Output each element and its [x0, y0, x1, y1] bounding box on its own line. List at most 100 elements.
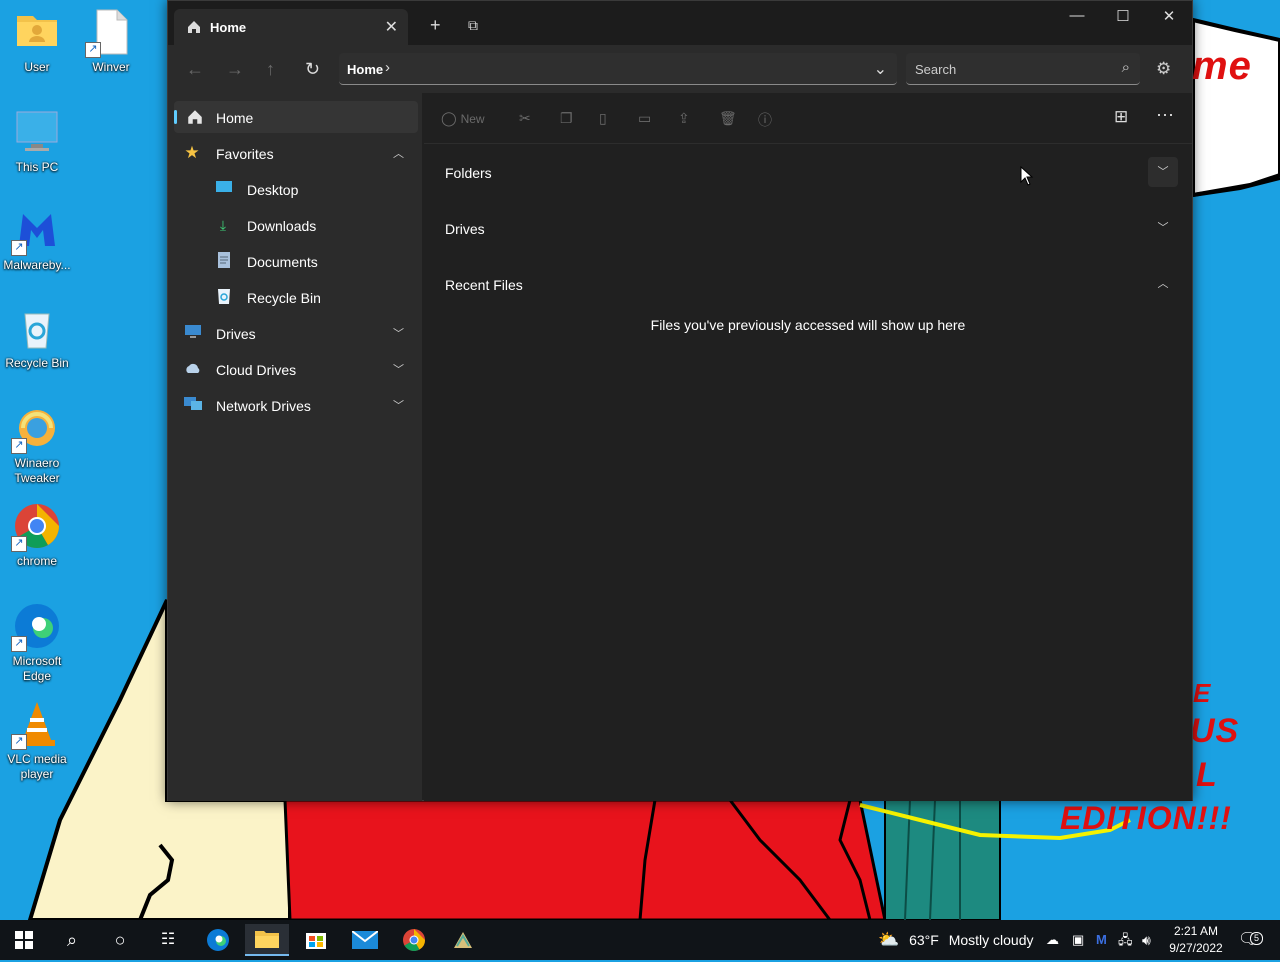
sidebar-item-label: Recycle Bin	[247, 290, 321, 306]
chevron-down-icon[interactable]: ﹀	[393, 397, 404, 413]
tab-close-icon[interactable]: ✕	[385, 17, 398, 37]
document-icon: ↗	[85, 8, 135, 58]
sidebar-item-label: Drives	[216, 326, 256, 342]
rename-icon[interactable]: ▭	[638, 110, 651, 127]
desktop-icon-recycle-bin[interactable]: Recycle Bin	[0, 304, 74, 371]
cloud-icon	[184, 360, 202, 378]
desktop-icon-vlc[interactable]: ↗ VLC media player	[0, 700, 74, 782]
chrome-icon: ↗	[11, 502, 61, 552]
close-button[interactable]: ✕	[1146, 7, 1192, 31]
breadcrumb-separator-icon[interactable]: ›	[385, 59, 390, 76]
device-icon[interactable]: ▣	[1072, 920, 1084, 960]
wallpaper-caption-line: EDITION!!!	[1060, 800, 1232, 836]
chevron-down-icon[interactable]: ﹀	[393, 325, 404, 341]
new-button-label: New	[460, 112, 485, 126]
paste-icon[interactable]: ▯	[599, 110, 607, 127]
weather-widget[interactable]: ⛅ 63°F Mostly cloudy	[878, 920, 1034, 960]
address-bar[interactable]: Home › ⌄	[339, 53, 897, 85]
chevron-down-icon[interactable]: ﹀	[1148, 213, 1178, 243]
desktop-icon-user[interactable]: User	[0, 8, 74, 75]
desktop-icon-malwarebytes[interactable]: ↗ Malwareby...	[0, 206, 74, 273]
volume-icon[interactable]: 🔊︎	[1142, 920, 1151, 960]
desktop-icon-winaero[interactable]: ↗ Winaero Tweaker	[0, 404, 74, 486]
sidebar-item-downloads[interactable]: ⤓ Downloads	[174, 209, 418, 241]
properties-icon[interactable]: ⓘ	[758, 110, 772, 130]
minimize-button[interactable]: —	[1054, 7, 1100, 31]
plus-circle-icon: ◯	[441, 110, 457, 126]
duplicate-tab-button[interactable]: ⧉	[468, 17, 478, 34]
desktop-icon-label: Malwareby...	[3, 258, 71, 272]
sidebar-item-cloud-drives[interactable]: Cloud Drives ﹀	[174, 353, 418, 385]
sidebar-item-documents[interactable]: Documents	[174, 245, 418, 277]
breadcrumb-home[interactable]: Home	[347, 62, 383, 77]
layout-icon[interactable]: ⊞	[1114, 107, 1128, 127]
chevron-down-icon[interactable]: ﹀	[1148, 157, 1178, 187]
sidebar-item-favorites[interactable]: ★ Favorites ︿	[174, 137, 418, 169]
tab-home[interactable]: Home ✕	[174, 9, 408, 45]
title-bar[interactable]: Home ✕ + ⧉ — ☐ ✕	[168, 1, 1192, 45]
notification-center-icon[interactable]: 🗨︎ 5	[1238, 920, 1264, 960]
documents-icon	[215, 252, 233, 270]
search-icon[interactable]: ⌕	[1122, 59, 1130, 76]
chevron-up-icon[interactable]: ︿	[393, 145, 404, 161]
cloudy-weather-icon: ⛅	[878, 930, 900, 949]
taskbar-file-explorer-icon[interactable]	[245, 924, 289, 956]
cortana-icon[interactable]: ○	[98, 924, 142, 956]
search-input[interactable]	[906, 53, 1117, 85]
new-button[interactable]: ◯ New	[441, 110, 485, 127]
desktop-icon-this-pc[interactable]: This PC	[0, 108, 74, 175]
sidebar-item-network-drives[interactable]: Network Drives ﹀	[174, 389, 418, 421]
desktop-icon-label: Recycle Bin	[5, 356, 69, 370]
chevron-down-icon[interactable]: ⌄	[874, 59, 887, 79]
chevron-up-icon[interactable]: ︿	[1148, 269, 1178, 299]
file-explorer-window: Home ✕ + ⧉ — ☐ ✕ ← → ↑ ↻ Home › ⌄ ⌕ ⚙ Ho…	[167, 0, 1193, 801]
section-folders-title[interactable]: Folders	[445, 165, 492, 181]
network-icon[interactable]: 🖧︎	[1118, 920, 1133, 960]
maximize-button[interactable]: ☐	[1100, 7, 1146, 31]
tab-title: Home	[210, 20, 247, 35]
sidebar-item-label: Cloud Drives	[216, 362, 297, 378]
up-arrow-icon[interactable]: ↑	[266, 59, 275, 80]
search-box[interactable]: ⌕	[906, 53, 1140, 85]
copy-icon[interactable]: ❐	[560, 110, 573, 127]
gear-icon[interactable]: ⚙	[1156, 59, 1171, 79]
wallpaper-caption-line: US	[1190, 712, 1240, 750]
taskbar-mail-icon[interactable]	[343, 924, 387, 956]
taskbar-store-icon[interactable]	[294, 924, 338, 956]
delete-icon[interactable]: 🗑︎	[719, 110, 737, 127]
desktop-icon-winver[interactable]: ↗ Winver	[74, 8, 148, 75]
desktop-icon-label: Winaero Tweaker	[14, 456, 60, 485]
cut-icon[interactable]: ✂	[519, 110, 531, 127]
new-tab-button[interactable]: +	[430, 15, 441, 36]
clock-date: 9/27/2022	[1169, 941, 1223, 955]
section-recent-files-title[interactable]: Recent Files	[445, 277, 523, 293]
shortcut-arrow-icon: ↗	[11, 734, 27, 750]
chevron-down-icon[interactable]: ﹀	[393, 361, 404, 377]
section-drives-title[interactable]: Drives	[445, 221, 485, 237]
back-arrow-icon[interactable]: ←	[186, 59, 204, 80]
system-clock[interactable]: 2:21 AM 9/27/2022	[1164, 923, 1228, 957]
sidebar-item-label: Desktop	[247, 182, 299, 198]
task-view-icon[interactable]: ☷	[146, 924, 190, 956]
notification-count: 5	[1250, 932, 1264, 945]
taskbar-winaero-icon[interactable]	[441, 924, 485, 956]
sidebar-item-recycle-bin[interactable]: Recycle Bin	[174, 281, 418, 313]
command-bar: ◯ New ✂ ❐ ▯ ▭ ⇪ 🗑︎ ⓘ ⊞ ⋯	[424, 93, 1192, 144]
sidebar-item-desktop[interactable]: Desktop	[174, 173, 418, 205]
sidebar-item-home[interactable]: Home	[174, 101, 418, 133]
edge-icon: ↗	[11, 602, 61, 652]
desktop-icon-edge[interactable]: ↗ Microsoft Edge	[0, 602, 74, 684]
more-options-icon[interactable]: ⋯	[1156, 105, 1174, 126]
taskbar-chrome-icon[interactable]	[392, 924, 436, 956]
onedrive-icon[interactable]: ☁	[1046, 920, 1059, 960]
taskbar-edge-icon[interactable]	[196, 924, 240, 956]
search-icon[interactable]: ⌕	[50, 924, 94, 956]
windows-logo-icon	[15, 931, 33, 949]
refresh-icon[interactable]: ↻	[305, 59, 320, 80]
sidebar-item-drives[interactable]: Drives ﹀	[174, 317, 418, 349]
desktop-icon-chrome[interactable]: ↗ chrome	[0, 502, 74, 569]
malwarebytes-tray-icon[interactable]: M	[1096, 920, 1107, 960]
start-button[interactable]	[2, 924, 46, 956]
share-icon[interactable]: ⇪	[678, 110, 690, 127]
forward-arrow-icon[interactable]: →	[226, 59, 244, 80]
